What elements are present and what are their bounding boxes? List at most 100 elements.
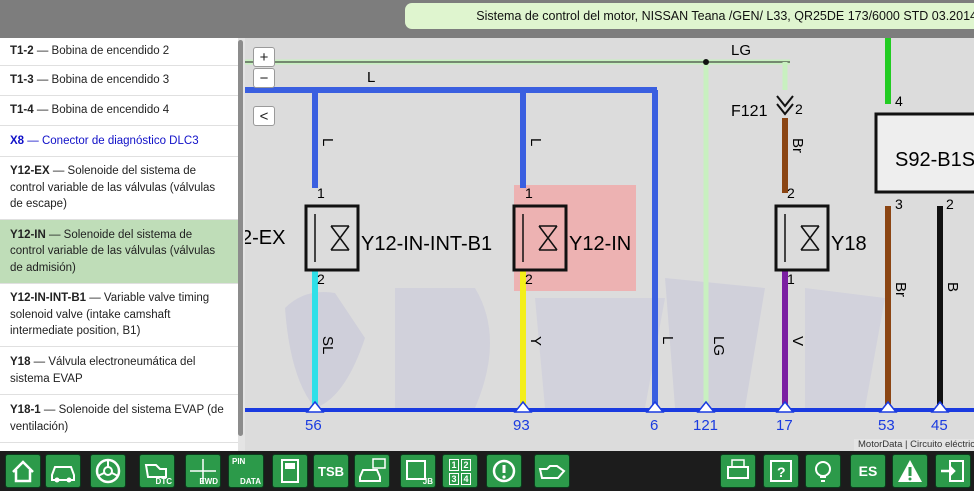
component-list: T1-2 — Bobina de encendido 2 T1-3 — Bobi… (0, 38, 238, 451)
label-wire-LG-top: LG (731, 42, 751, 59)
list-item[interactable]: Y18-1 — Solenoide del sistema EVAP (de v… (0, 395, 238, 443)
help-button[interactable]: ? (763, 454, 799, 488)
item-desc: — Bobina de encendido 3 (33, 74, 170, 87)
label-y12-in-int-b1: Y12-IN-INT-B1 (361, 233, 492, 255)
label-s92: S92-B1S (895, 149, 974, 171)
junction-box-button[interactable]: JB (400, 454, 436, 488)
data-label: DATA (239, 477, 261, 486)
zoom-in-button[interactable]: + (253, 47, 275, 67)
print-button[interactable] (720, 454, 756, 488)
label-pin: 1 (787, 271, 795, 287)
tsb-button[interactable]: TSB (313, 454, 349, 488)
label-pin: 2 (525, 271, 533, 287)
ewd-label: EWD (199, 477, 218, 486)
label-wire-SL: SL (319, 336, 336, 354)
language-button[interactable]: ES (850, 454, 886, 488)
item-code: Y18-1 (10, 404, 41, 416)
dtc-button[interactable]: DTC (139, 454, 175, 488)
label-wire-LG: LG (710, 336, 727, 356)
item-code: T1-4 (10, 104, 34, 117)
dtc-label: DTC (155, 477, 172, 486)
diagram-canvas: L LG F121 2 2-EX Y12-IN-INT-B1 Y12-IN Y1… (245, 38, 974, 434)
item-desc: — Solenoide del sistema EVAP (de ventila… (10, 404, 224, 433)
list-item[interactable]: Y12-EX — Solenoide del sistema de contro… (0, 157, 238, 220)
terminal-label: 93 (513, 417, 530, 434)
label-wire-L-top: L (367, 69, 375, 86)
terminal-label: 6 (650, 417, 658, 434)
label-wire-Br: Br (789, 138, 806, 153)
list-item[interactable]: T1-2 — Bobina de encendido 2 (0, 38, 238, 66)
printer-icon (727, 459, 749, 479)
item-code: Y12-IN-INT-B1 (10, 292, 87, 305)
top-bar: Sistema de control del motor, NISSAN Tea… (0, 0, 974, 38)
item-code: T1-2 (10, 45, 34, 58)
collapse-sidebar-button[interactable]: < (253, 106, 275, 126)
terminal-label: 121 (693, 417, 718, 434)
list-item[interactable]: T1-4 — Bobina de encendido 4 (0, 96, 238, 126)
grid-cell: 3 (449, 473, 459, 485)
systems-button[interactable] (90, 454, 126, 488)
pin-data-button[interactable]: PIN DATA (228, 454, 264, 488)
item-desc: — Bobina de encendido 4 (33, 104, 170, 117)
fluids-button[interactable] (534, 454, 570, 488)
label-wire-L: L (659, 336, 676, 344)
label-s92-pin2: 2 (946, 196, 954, 212)
label-wire-L: L (319, 138, 336, 146)
item-code: Y12-EX (10, 165, 50, 178)
item-desc: — Bobina de encendido 2 (33, 45, 170, 58)
component-y12-in-int-b1[interactable] (304, 204, 360, 272)
label-s92-pin4: 4 (895, 93, 903, 109)
label-y12-ex: 2-EX (245, 227, 285, 249)
car-icon (51, 466, 75, 483)
tips-button[interactable] (805, 454, 841, 488)
wheel-icon (95, 458, 121, 484)
tools-button[interactable] (272, 454, 308, 488)
list-item-link[interactable]: X8 — Conector de diagnóstico DLC3 (0, 126, 238, 157)
jb-label: JB (422, 477, 433, 486)
service-car-icon (359, 458, 386, 482)
help-icon: ? (770, 460, 792, 482)
wiring-diagram[interactable]: L LG F121 2 2-EX Y12-IN-INT-B1 Y12-IN Y1… (245, 38, 974, 451)
alert-button[interactable] (892, 454, 928, 488)
label-pin: 1 (525, 185, 533, 201)
label-s92-pin3: 3 (895, 196, 903, 212)
list-item-selected[interactable]: Y12-IN — Solenoide del sistema de contro… (0, 220, 238, 284)
label-pin: 2 (787, 185, 795, 201)
vehicle-select-button[interactable] (45, 454, 81, 488)
ewd-button[interactable]: EWD (185, 454, 221, 488)
list-item[interactable]: T1-3 — Bobina de encendido 3 (0, 66, 238, 96)
exit-button[interactable] (935, 454, 971, 488)
service-button[interactable] (354, 454, 390, 488)
list-item[interactable]: Y12-IN-INT-B1 — Variable valve timing so… (0, 284, 238, 347)
list-item[interactable]: Y18 — Válvula electroneumática del siste… (0, 347, 238, 395)
component-y18[interactable] (774, 204, 830, 272)
label-wire-B: B (944, 282, 961, 292)
grid-cell: 1 (449, 459, 459, 471)
grid-cell: 4 (461, 473, 471, 485)
exit-icon (941, 460, 964, 482)
svg-text:?: ? (777, 464, 786, 480)
splice-dot (703, 59, 709, 65)
label-connector-f121: F121 (731, 103, 768, 120)
item-code: Y18 (10, 356, 31, 368)
terminal-label: 53 (878, 417, 895, 434)
item-code: Y12-IN (10, 228, 46, 241)
alert-icon (898, 460, 922, 482)
lightbulb-icon (815, 461, 831, 482)
home-button[interactable] (5, 454, 41, 488)
oil-can-icon (538, 465, 566, 479)
procedures-button[interactable]: 1 2 3 4 (442, 454, 478, 488)
pin-label: PIN (232, 457, 246, 466)
item-desc: — Válvula electroneumática del sistema E… (10, 356, 196, 385)
tsb-label: TSB (318, 463, 344, 479)
warning-light-icon (492, 459, 516, 483)
warning-lights-button[interactable] (486, 454, 522, 488)
label-pin: 2 (317, 271, 325, 287)
item-code: X8 (10, 134, 25, 147)
zoom-out-button[interactable]: − (253, 68, 275, 88)
home-icon (12, 460, 34, 483)
sidebar-scroll-thumb[interactable] (238, 40, 243, 436)
item-desc: — Conector de diagnóstico DLC3 (24, 134, 199, 147)
window-title: Sistema de control del motor, NISSAN Tea… (405, 3, 974, 29)
grid-cell: 2 (461, 459, 471, 471)
